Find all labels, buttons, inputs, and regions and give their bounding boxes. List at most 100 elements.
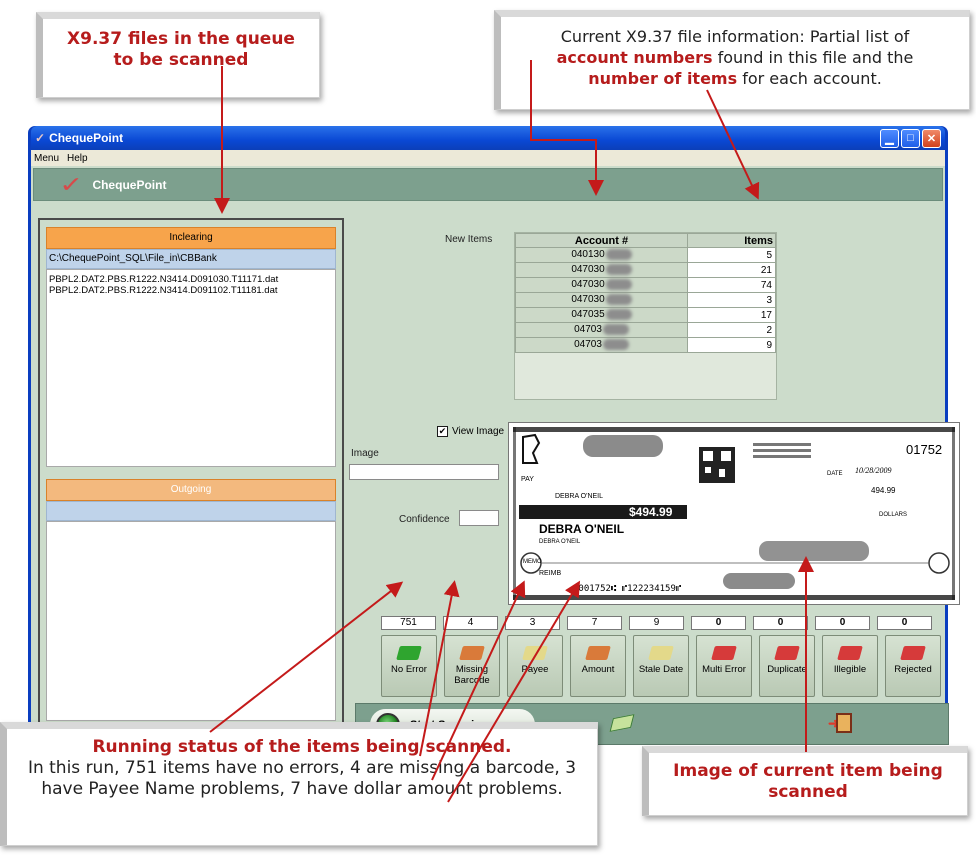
- cheque-amount-box: $494.99: [629, 505, 673, 519]
- table-row[interactable]: 047030 21: [515, 262, 776, 278]
- new-items-label: New Items: [445, 234, 493, 245]
- image-callout-line2: scanned: [768, 782, 848, 802]
- redaction-blur: [602, 324, 629, 336]
- rejected-button[interactable]: Rejected: [885, 635, 941, 697]
- cheque-memo-label: MEMO: [523, 559, 542, 565]
- account-number: 04703: [574, 324, 602, 336]
- multi-error-button[interactable]: Multi Error: [696, 635, 752, 697]
- account-number: 047035: [571, 309, 605, 321]
- cheque-pay-label: PAY: [521, 476, 534, 483]
- items-count: 3: [687, 292, 776, 308]
- redaction-blur: [605, 294, 632, 306]
- close-button[interactable]: ✕: [922, 128, 941, 148]
- stale-date-button[interactable]: Stale Date: [633, 635, 689, 697]
- outgoing-file-list[interactable]: [46, 521, 336, 721]
- amount-button[interactable]: Amount: [570, 635, 626, 697]
- tray-icon: [459, 646, 485, 660]
- image-input[interactable]: [349, 464, 499, 480]
- list-item[interactable]: PBPL2.DAT2.PBS.R1222.N3414.D091102.T1118…: [49, 285, 333, 296]
- confidence-input[interactable]: [459, 510, 499, 526]
- outgoing-path[interactable]: [46, 501, 336, 521]
- items-count: 74: [687, 277, 776, 293]
- view-image-checkbox[interactable]: ✔: [437, 426, 448, 437]
- accounts-table[interactable]: Account # Items 040130 5 047030 21 047030 7…: [514, 232, 777, 400]
- tray-icon: [396, 646, 422, 660]
- account-column-header[interactable]: Account #: [515, 233, 688, 248]
- illegible-button[interactable]: Illegible: [822, 635, 878, 697]
- cheque-payee-sub: DEBRA O'NEIL: [539, 539, 581, 545]
- title-bar[interactable]: ✓ ChequePoint ▁ □ ✕: [31, 126, 945, 150]
- queue-callout: X9.37 files in the queue to be scanned: [36, 12, 320, 98]
- cheque-payee-short: DEBRA O'NEIL: [555, 493, 603, 500]
- fileinfo-text1: Current X9.37 file information: Partial …: [560, 27, 910, 46]
- redaction-blur: [605, 309, 632, 321]
- items-count: 17: [687, 307, 776, 323]
- redaction-blur: [605, 279, 632, 291]
- redaction-blur: [602, 339, 629, 351]
- window-title-text: ChequePoint: [49, 131, 124, 145]
- duplicate-button[interactable]: Duplicate: [759, 635, 815, 697]
- account-number: 047030: [571, 294, 605, 306]
- status-callout: Running status of the items being scanne…: [0, 722, 598, 846]
- table-row[interactable]: 04703 9: [515, 337, 776, 353]
- exit-door-icon[interactable]: [836, 713, 852, 733]
- checkmark-logo-icon: ✓: [59, 171, 84, 197]
- app-banner: ✓ ChequePoint: [33, 168, 943, 201]
- table-row[interactable]: 04703 2: [515, 322, 776, 338]
- payee-button[interactable]: Payee: [507, 635, 563, 697]
- no-error-count: 751: [381, 616, 436, 630]
- multi-error-count: 0: [691, 616, 746, 630]
- image-callout-line1: Image of current item being: [673, 761, 943, 781]
- status-buttons: No Error Missing Barcode Payee Amount St…: [381, 635, 941, 697]
- menu-bar: Menu Help: [31, 150, 945, 166]
- no-error-button[interactable]: No Error: [381, 635, 437, 697]
- account-number: 040130: [571, 249, 605, 261]
- menu-item-help[interactable]: Help: [67, 153, 88, 164]
- confidence-label: Confidence: [399, 514, 450, 525]
- tray-icon: [837, 646, 863, 660]
- table-row[interactable]: 047030 74: [515, 277, 776, 293]
- missing-barcode-button[interactable]: Missing Barcode: [444, 635, 500, 697]
- cheque-payee: DEBRA O'NEIL: [539, 522, 624, 536]
- items-count: 21: [687, 262, 776, 278]
- illegible-count: 0: [815, 616, 870, 630]
- rejected-count: 0: [877, 616, 932, 630]
- items-count: 2: [687, 322, 776, 338]
- status-callout-title: Running status of the items being scanne…: [92, 737, 512, 757]
- table-row[interactable]: 047035 17: [515, 307, 776, 323]
- tray-icon: [522, 646, 548, 660]
- table-row[interactable]: 047030 3: [515, 292, 776, 308]
- maximize-button[interactable]: □: [901, 128, 920, 148]
- redaction-blur: [605, 264, 632, 276]
- inclearing-file-list[interactable]: PBPL2.DAT2.PBS.R1222.N3414.D091030.T1117…: [46, 269, 336, 467]
- items-column-header[interactable]: Items: [687, 233, 776, 248]
- cheque-amount: 494.99: [871, 486, 896, 495]
- view-image-toggle[interactable]: ✔ View Image: [437, 426, 504, 437]
- account-number: 04703: [574, 339, 602, 351]
- queue-panel: Inclearing C:\ChequePoint_SQL\File_in\CB…: [38, 218, 344, 740]
- redaction-blur: [605, 249, 632, 261]
- cheque-number: 01752: [906, 442, 942, 457]
- missing-barcode-count: 4: [443, 616, 498, 630]
- inclearing-header[interactable]: Inclearing: [46, 227, 336, 249]
- table-row[interactable]: 040130 5: [515, 247, 776, 263]
- outgoing-header[interactable]: Outgoing: [46, 479, 336, 501]
- scanner-icon[interactable]: [609, 714, 635, 732]
- window-title: ✓ ChequePoint: [35, 131, 123, 145]
- cheque-date-label: DATE: [827, 471, 843, 477]
- client-area: Menu Help ✓ ChequePoint Inclearing C:\Ch…: [31, 150, 960, 745]
- fileinfo-text3: for each account.: [737, 69, 882, 88]
- cheque-micr: ⑆001752⑆ ⑈122234159⑈: [573, 584, 682, 594]
- minimize-button[interactable]: ▁: [880, 128, 899, 148]
- list-item[interactable]: PBPL2.DAT2.PBS.R1222.N3414.D091030.T1117…: [49, 274, 333, 285]
- banner-title: ChequePoint: [92, 177, 167, 192]
- app-logo-icon: ✓: [35, 131, 46, 145]
- menu-item-menu[interactable]: Menu: [34, 153, 59, 164]
- tray-icon: [648, 646, 674, 660]
- inclearing-path[interactable]: C:\ChequePoint_SQL\File_in\CBBank: [46, 249, 336, 269]
- image-label: Image: [351, 448, 379, 459]
- fileinfo-highlight-accounts: account numbers: [556, 48, 713, 67]
- cheque-date: 10/28/2009: [855, 466, 891, 475]
- table-header-row: Account # Items: [515, 233, 776, 248]
- items-count: 5: [687, 247, 776, 263]
